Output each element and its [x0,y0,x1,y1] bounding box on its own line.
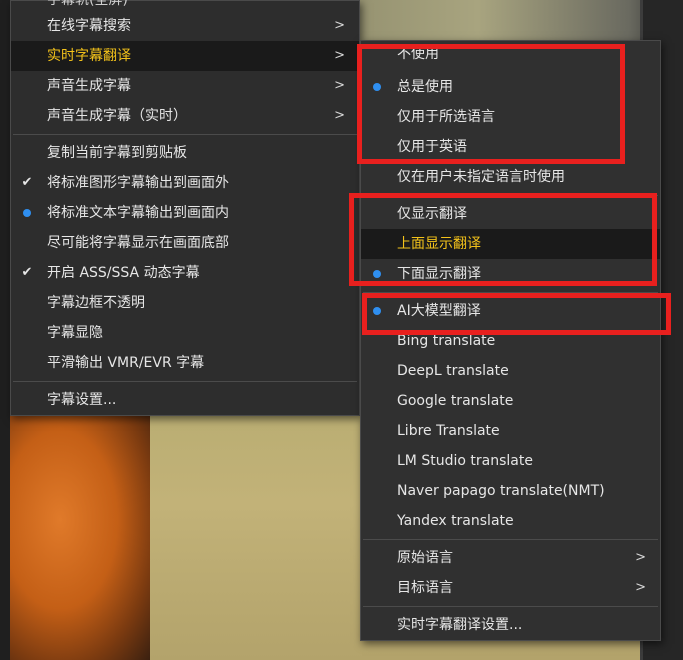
menu-item-label: 字幕边框不透明 [47,295,145,311]
menu-separator [363,292,658,293]
menu-item-graphic-subtitle-outside[interactable]: ✔ 将标准图形字幕输出到画面外 [11,168,359,198]
submenu-item-libre[interactable]: Libre Translate [361,416,660,446]
menu-item-label: 总是使用 [397,79,453,95]
menu-item-realtime-translate[interactable]: 实时字幕翻译 > [11,41,359,71]
check-icon: ✔ [21,175,33,190]
menu-item-opaque-border[interactable]: 字幕边框不透明 [11,288,359,318]
menu-separator [363,539,658,540]
menu-item-copy-subtitle[interactable]: 复制当前字幕到剪贴板 [11,138,359,168]
realtime-translate-submenu: 不使用 总是使用 仅用于所选语言 仅用于英语 仅在用户未指定语言时使用 仅显示翻… [360,40,661,641]
menu-item-label: 声音生成字幕（实时） [47,108,187,124]
menu-item-label: LM Studio translate [397,453,533,469]
player-border-left [0,0,10,660]
submenu-item-disable[interactable]: 不使用 [361,43,660,73]
menu-item-label: 实时字幕翻译 [47,48,131,64]
check-icon: ✔ [21,265,33,280]
menu-item-subtitle-toggle[interactable]: 字幕显隐 [11,318,359,348]
menu-item-label: 仅用于所选语言 [397,109,495,125]
menu-item-label: Bing translate [397,333,496,349]
menu-item-label: 实时字幕翻译设置... [397,617,523,633]
menu-item-ass-ssa-dynamic[interactable]: ✔ 开启 ASS/SSA 动态字幕 [11,258,359,288]
menu-item-label: 将标准文本字幕输出到画面内 [47,205,229,221]
radio-dot-icon [373,83,381,91]
menu-item-online-subtitle-search[interactable]: 在线字幕搜索 > [11,11,359,41]
submenu-item-translation-only[interactable]: 仅显示翻译 [361,199,660,229]
chevron-right-icon: > [334,78,345,93]
video-orange-object [0,405,150,660]
menu-item-audio-generate-subtitle-realtime[interactable]: 声音生成字幕（实时） > [11,101,359,131]
menu-item-label: 复制当前字幕到剪贴板 [47,145,187,161]
radio-dot-icon [23,209,31,217]
menu-item-label: AI大模型翻译 [397,303,481,319]
chevron-right-icon: > [635,580,646,595]
menu-item-subtitle-settings[interactable]: 字幕设置... [11,385,359,415]
submenu-item-yandex[interactable]: Yandex translate [361,506,660,536]
menu-item-label: 将标准图形字幕输出到画面外 [47,175,229,191]
submenu-item-translation-above[interactable]: 上面显示翻译 [361,229,660,259]
submenu-item-deepl[interactable]: DeepL translate [361,356,660,386]
radio-dot-icon [373,307,381,315]
submenu-item-target-language[interactable]: 目标语言 > [361,573,660,603]
menu-separator [363,195,658,196]
menu-item-label: DeepL translate [397,363,509,379]
menu-item-label: Naver papago translate(NMT) [397,483,605,499]
menu-item-label: 下面显示翻译 [397,266,481,282]
submenu-item-translation-below[interactable]: 下面显示翻译 [361,259,660,289]
menu-item-smooth-vmr-evr[interactable]: 平滑输出 VMR/EVR 字幕 [11,348,359,378]
submenu-item-selected-language[interactable]: 仅用于所选语言 [361,102,660,132]
menu-item-label: 上面显示翻译 [397,236,481,252]
menu-item-label: 原始语言 [397,550,453,566]
submenu-item-translate-settings[interactable]: 实时字幕翻译设置... [361,610,660,640]
menu-item-label: 在线字幕搜索 [47,18,131,34]
chevron-right-icon: > [334,48,345,63]
menu-item-label: 仅在用户未指定语言时使用 [397,169,565,185]
menu-item-label: 开启 ASS/SSA 动态字幕 [47,265,200,281]
menu-item-subtitle-bottom[interactable]: 尽可能将字幕显示在画面底部 [11,228,359,258]
menu-item-label: 尽可能将字幕显示在画面底部 [47,235,229,251]
menu-item-label: 字幕设置... [47,392,117,408]
submenu-item-always[interactable]: 总是使用 [361,72,660,102]
submenu-item-lm-studio[interactable]: LM Studio translate [361,446,660,476]
submenu-item-english-only[interactable]: 仅用于英语 [361,132,660,162]
subtitle-context-menu: 字幕轨(全屏) 在线字幕搜索 > 实时字幕翻译 > 声音生成字幕 > 声音生成字… [10,0,360,416]
menu-separator [13,381,357,382]
menu-item-text-subtitle-inside[interactable]: 将标准文本字幕输出到画面内 [11,198,359,228]
menu-item-label: 仅显示翻译 [397,206,467,222]
submenu-item-ai-llm[interactable]: AI大模型翻译 [361,296,660,326]
chevron-right-icon: > [635,550,646,565]
menu-item-label: 平滑输出 VMR/EVR 字幕 [47,355,205,371]
menu-item-label: 声音生成字幕 [47,78,131,94]
menu-separator [363,606,658,607]
chevron-right-icon: > [334,108,345,123]
menu-item-label: Libre Translate [397,423,500,439]
submenu-item-google[interactable]: Google translate [361,386,660,416]
submenu-item-unspecified-language[interactable]: 仅在用户未指定语言时使用 [361,162,660,192]
menu-item-audio-generate-subtitle[interactable]: 声音生成字幕 > [11,71,359,101]
menu-item-label: 仅用于英语 [397,139,467,155]
menu-item-label: 字幕显隐 [47,325,103,341]
menu-item-label: Yandex translate [397,513,514,529]
menu-item-label: 目标语言 [397,580,453,596]
submenu-item-naver-papago[interactable]: Naver papago translate(NMT) [361,476,660,506]
chevron-right-icon: > [334,18,345,33]
menu-separator [13,134,357,135]
submenu-item-source-language[interactable]: 原始语言 > [361,543,660,573]
menu-item-label: Google translate [397,393,514,409]
menu-item-label: 不使用 [397,46,439,62]
submenu-item-bing[interactable]: Bing translate [361,326,660,356]
radio-dot-icon [373,270,381,278]
